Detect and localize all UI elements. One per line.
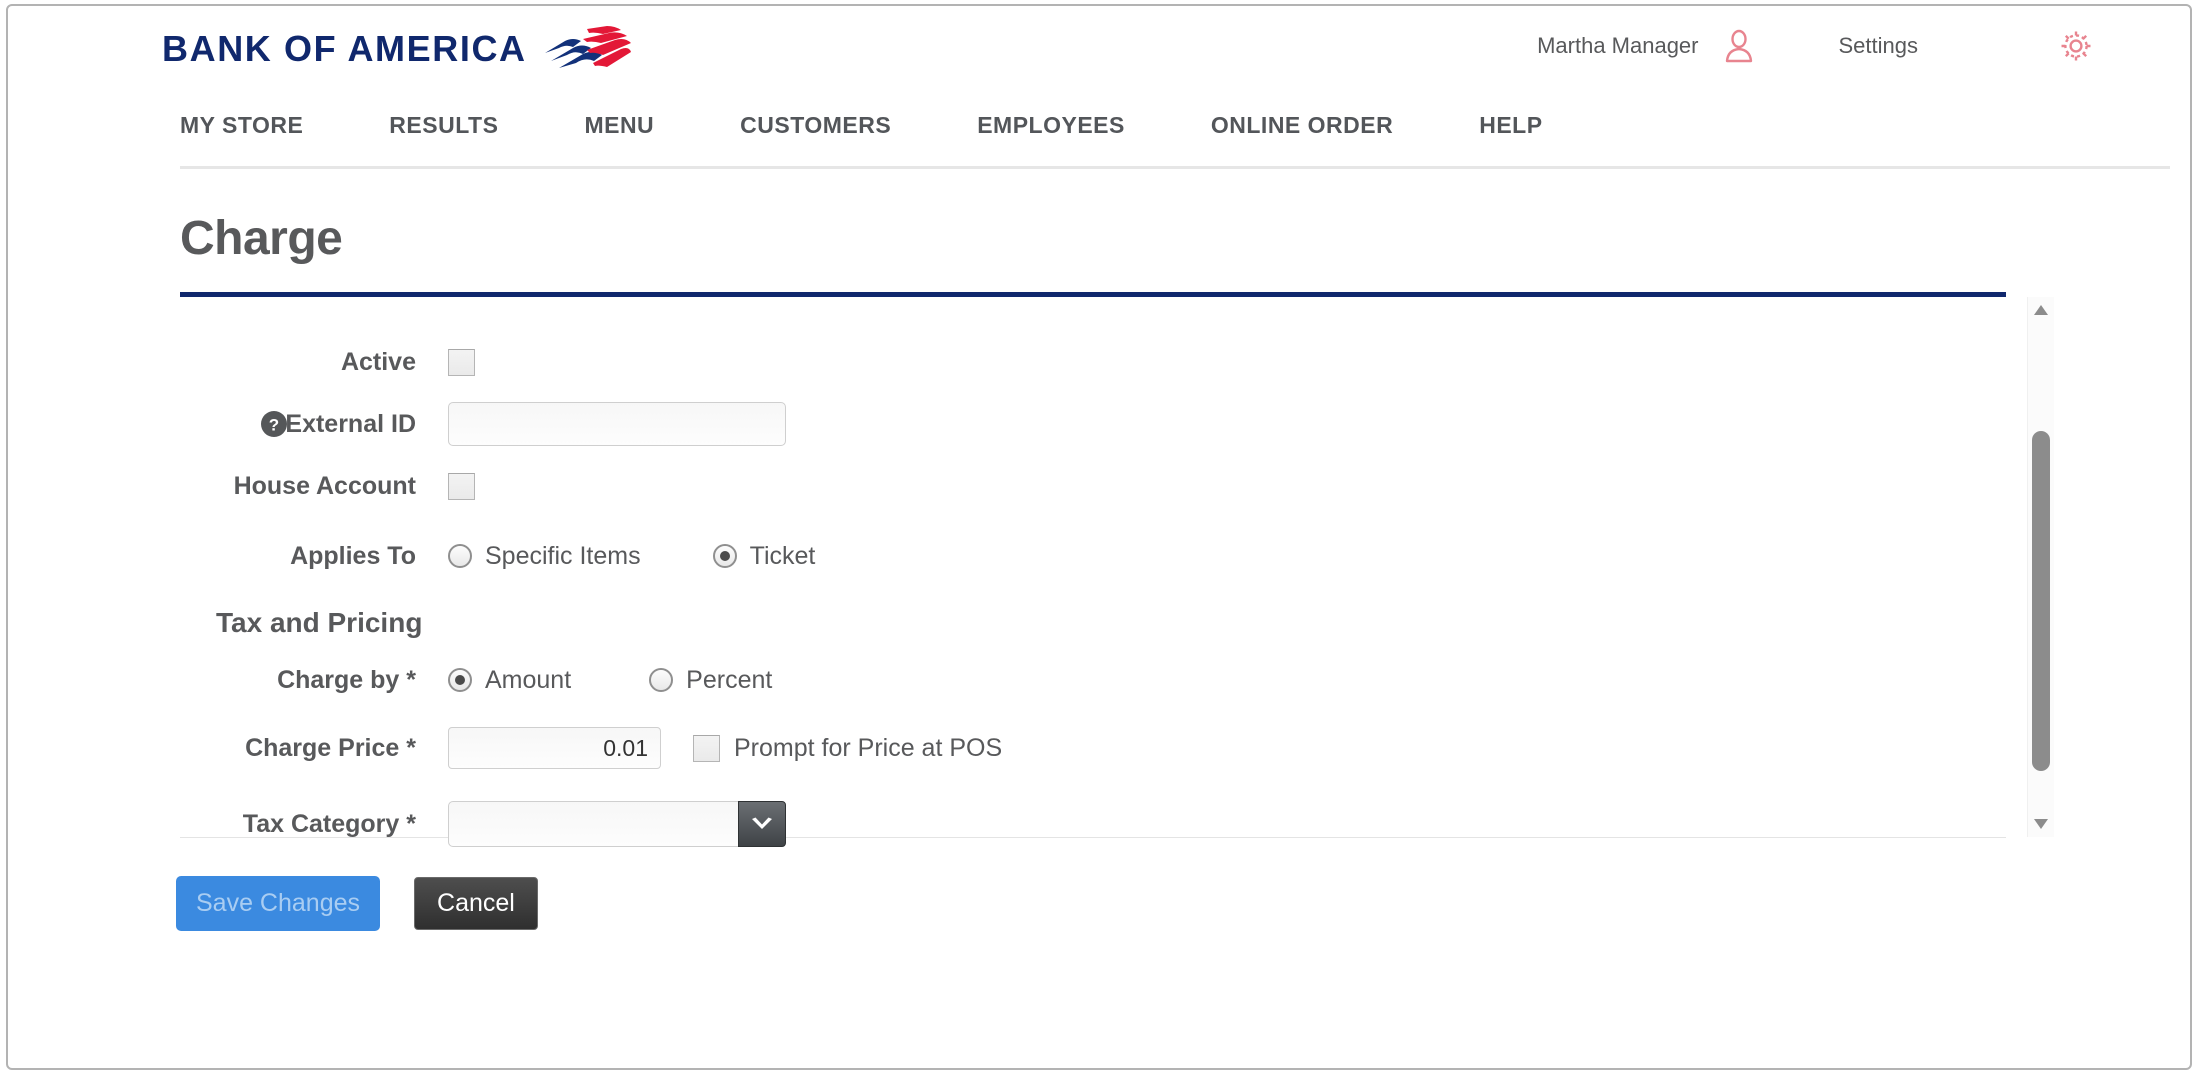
user-name: Martha Manager [1537, 33, 1699, 58]
radio-label: Percent [686, 665, 773, 694]
prompt-for-price-label: Prompt for Price at POS [734, 733, 1003, 762]
charge-form: Active ? External ID House Account Appli… [180, 297, 2006, 855]
bank-of-america-logo[interactable]: BANK OF AMERICA [162, 23, 631, 75]
application-window: BANK OF AMERICA Martha Manager Settings [6, 4, 2192, 1070]
masthead: BANK OF AMERICA Martha Manager Settings [8, 6, 2190, 104]
prompt-for-price-checkbox[interactable] [693, 734, 720, 762]
row-applies-to: Applies To Specific Items Ticket [180, 525, 2006, 587]
row-house-account: House Account [180, 455, 2006, 517]
tax-category-select[interactable] [448, 801, 786, 847]
row-tax-category: Tax Category * [180, 793, 2006, 855]
chevron-down-icon[interactable] [738, 801, 786, 847]
bank-of-america-flag-icon [544, 26, 631, 68]
section-heading-tax-and-pricing: Tax and Pricing [216, 607, 423, 638]
save-changes-button[interactable]: Save Changes [176, 876, 381, 931]
label-active: Active [340, 347, 416, 376]
radio-mark [448, 544, 472, 568]
row-charge-price: Charge Price * Prompt for Price at POS [180, 717, 2006, 779]
logo-wordmark: BANK OF AMERICA [162, 28, 527, 69]
scrollbar-thumb[interactable] [2032, 431, 2050, 771]
radio-mark [712, 544, 737, 568]
radio-mark [448, 668, 472, 692]
nav-item-menu[interactable]: MENU [584, 104, 654, 139]
radio-label: Ticket [749, 541, 816, 570]
nav-item-customers[interactable]: CUSTOMERS [740, 104, 891, 139]
tax-category-selected-value[interactable] [448, 801, 786, 847]
person-icon[interactable] [1721, 28, 1757, 64]
charge-by-radio-group: Amount Percent [448, 666, 826, 695]
primary-navigation: MY STORE RESULTS MENU CUSTOMERS EMPLOYEE… [180, 104, 2170, 169]
nav-item-help[interactable]: HELP [1479, 104, 1542, 139]
label-house-account: House Account [233, 471, 416, 500]
cancel-button[interactable]: Cancel [414, 877, 538, 930]
page-body: Charge Active ? External ID House Accoun… [8, 211, 2190, 931]
page-title: Charge [180, 212, 343, 265]
label-external-id: External ID [285, 409, 416, 438]
label-applies-to: Applies To [290, 541, 416, 570]
header-user-area: Martha Manager Settings [1537, 24, 2094, 68]
external-id-input[interactable] [448, 402, 786, 446]
settings-link[interactable]: Settings [1839, 33, 1919, 59]
house-account-checkbox[interactable] [448, 472, 475, 500]
active-checkbox[interactable] [448, 348, 475, 376]
radio-applies-to-specific-items[interactable]: Specific Items [448, 542, 641, 571]
triangle-down-icon[interactable] [2028, 813, 2054, 835]
form-scrollbar[interactable] [2027, 297, 2054, 837]
row-external-id: ? External ID [180, 393, 2006, 455]
radio-mark [649, 668, 674, 692]
nav-item-online-order[interactable]: ONLINE ORDER [1211, 104, 1393, 139]
radio-charge-by-amount[interactable]: Amount [448, 666, 571, 695]
radio-label: Specific Items [485, 541, 641, 570]
nav-item-my-store[interactable]: MY STORE [180, 104, 303, 139]
row-active: Active [180, 331, 2006, 393]
radio-charge-by-percent[interactable]: Percent [649, 666, 772, 695]
label-tax-category: Tax Category * [242, 809, 416, 838]
gear-icon[interactable] [2058, 28, 2094, 64]
label-charge-price: Charge Price * [245, 733, 416, 762]
svg-text:?: ? [269, 416, 279, 435]
radio-applies-to-ticket[interactable]: Ticket [712, 541, 816, 571]
triangle-up-icon[interactable] [2028, 299, 2054, 321]
applies-to-radio-group: Specific Items Ticket [448, 542, 869, 571]
question-mark-icon[interactable]: ? [260, 410, 288, 438]
row-charge-by: Charge by * Amount Percent [180, 649, 2006, 711]
prompt-for-price-checkbox-group[interactable]: Prompt for Price at POS [693, 734, 1002, 763]
nav-item-results[interactable]: RESULTS [389, 104, 498, 139]
nav-item-employees[interactable]: EMPLOYEES [977, 104, 1125, 139]
label-charge-by: Charge by * [277, 665, 416, 694]
radio-label: Amount [485, 665, 572, 694]
charge-price-input[interactable] [448, 727, 661, 769]
charge-form-scroll-region: Active ? External ID House Account Appli… [180, 297, 2054, 847]
